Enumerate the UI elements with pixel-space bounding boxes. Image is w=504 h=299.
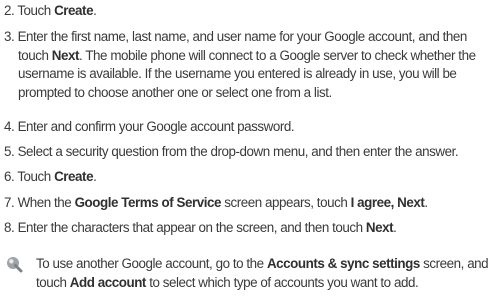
- manual-page: 2. Touch Create. 3. Enter the first name…: [0, 0, 504, 299]
- step-bold-create: Create: [54, 3, 94, 18]
- step-number: 8.: [4, 220, 15, 235]
- step-4: 4. Enter and confirm your Google account…: [4, 118, 500, 137]
- step-bold-agree: I agree, Next: [350, 195, 425, 210]
- step-text: screen appears, touch: [224, 195, 348, 210]
- step-8: 8. Enter the characters that appear on t…: [4, 219, 500, 238]
- step-text-line: username is available. If the username y…: [18, 66, 457, 82]
- step-number: 2.: [4, 3, 15, 18]
- note-text-segment: To use another Google account, go to the: [36, 256, 264, 271]
- step-text-line: Enter the first name, last name, and use…: [17, 29, 468, 44]
- step-5: 5. Select a security question from the d…: [4, 143, 500, 162]
- step-text: Touch: [17, 3, 51, 18]
- step-text: Touch: [17, 169, 51, 184]
- step-text: Select a security question from the drop…: [17, 144, 459, 159]
- step-bold-terms: Google Terms of Service: [74, 195, 222, 210]
- note-text-segment: to select which type of accounts you wan…: [149, 274, 419, 290]
- step-bold-next: Next: [51, 47, 80, 63]
- step-text-line: prompted to choose another one or select…: [18, 84, 332, 100]
- step-number: 6.: [4, 169, 15, 184]
- step-text: Enter the characters that appear on the …: [17, 220, 364, 235]
- step-text: .: [93, 169, 97, 184]
- note-bold-accounts-sync: Accounts & sync settings: [266, 256, 420, 271]
- step-bold-next: Next: [365, 220, 394, 235]
- step-text: Enter and confirm your Google account pa…: [17, 119, 295, 134]
- step-text: .: [393, 220, 397, 235]
- step-number: 4.: [4, 119, 15, 134]
- step-7: 7. When the Google Terms of Service scre…: [4, 194, 500, 213]
- step-6: 6. Touch Create.: [4, 168, 500, 187]
- note-tip-icon: [6, 256, 24, 274]
- step-3: 3. Enter the first name, last name, and …: [4, 28, 500, 102]
- step-number: 3.: [4, 29, 15, 44]
- step-2: 2. Touch Create.: [4, 2, 500, 21]
- step-text: .: [424, 195, 428, 210]
- step-bold-create: Create: [54, 169, 94, 184]
- note-text: To use another Google account, go to the…: [36, 255, 502, 292]
- step-number: 5.: [4, 144, 15, 159]
- step-text: touch: [18, 47, 49, 63]
- step-text: .: [93, 3, 97, 18]
- note-bold-add-account: Add account: [69, 274, 147, 290]
- step-text: . The mobile phone will connect to a Goo…: [79, 47, 476, 63]
- note-text-segment: screen,: [423, 256, 464, 271]
- step-number: 7.: [4, 195, 15, 210]
- step-text: When the: [17, 195, 72, 210]
